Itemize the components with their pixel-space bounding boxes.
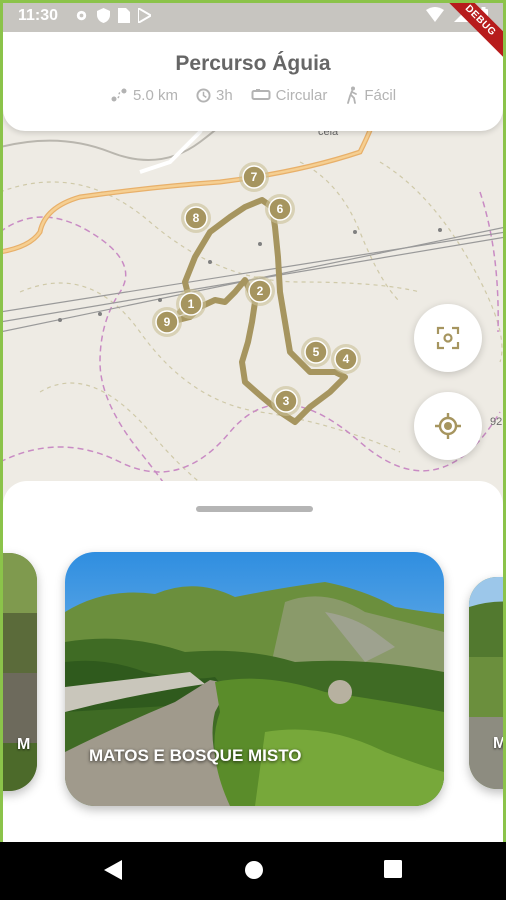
map-marker-8[interactable]: 8 xyxy=(181,203,211,233)
map-marker-2[interactable]: 2 xyxy=(245,276,275,306)
route-title: Percurso Águia xyxy=(175,52,331,75)
points-bottom-sheet[interactable]: M MATOS E BOSQUE MISTO M xyxy=(3,481,503,842)
stat-duration: 3h xyxy=(196,86,233,104)
distance-icon xyxy=(111,88,127,102)
sheet-drag-handle[interactable] xyxy=(196,506,313,512)
poi-card-title: MATOS E BOSQUE MISTO xyxy=(89,746,302,765)
settings-icon xyxy=(76,10,87,21)
marker-label: 6 xyxy=(277,202,284,216)
back-icon[interactable] xyxy=(104,860,122,880)
recents-icon[interactable] xyxy=(384,860,402,878)
status-bar: 11:30 xyxy=(0,0,506,32)
map-marker-9[interactable]: 9 xyxy=(152,307,182,337)
status-time: 11:30 xyxy=(18,7,59,24)
poi-card-previous-initial: M xyxy=(17,736,31,753)
marker-label: 7 xyxy=(251,170,258,184)
map-label-right: 92 xyxy=(490,416,502,428)
marker-label: 2 xyxy=(257,284,264,298)
poi-card-next[interactable]: M xyxy=(469,577,503,789)
frame-top xyxy=(0,0,506,3)
status-icons-left xyxy=(74,8,151,23)
route-stats: 5.0 km 3h Circular Fácil xyxy=(3,86,503,104)
fit-route-button[interactable] xyxy=(414,304,482,372)
marker-label: 1 xyxy=(188,297,195,311)
circular-route-icon xyxy=(251,89,271,100)
shield-icon xyxy=(97,8,110,23)
my-location-button[interactable] xyxy=(414,392,482,460)
stat-distance-label: 5.0 km xyxy=(132,86,178,104)
play-store-icon xyxy=(138,8,151,23)
my-location-icon xyxy=(435,413,461,439)
map-marker-7[interactable]: 7 xyxy=(239,162,269,192)
home-icon[interactable] xyxy=(244,860,264,880)
system-nav-bar xyxy=(0,842,506,900)
wifi-icon xyxy=(426,7,444,22)
focus-frame-icon xyxy=(436,326,460,350)
map-marker-1[interactable]: 1 xyxy=(176,289,206,319)
stat-difficulty-label: Fácil xyxy=(364,86,397,104)
marker-label: 3 xyxy=(283,394,290,408)
stat-route-type-label: Circular xyxy=(275,86,328,104)
poi-card-next-photo xyxy=(469,577,503,789)
frame-left xyxy=(0,0,3,842)
map-marker-6[interactable]: 6 xyxy=(265,194,295,224)
clock-icon xyxy=(196,87,211,103)
map-marker-4[interactable]: 4 xyxy=(331,344,361,374)
route-header-card: Percurso Águia 5.0 km 3h Circular Fácil xyxy=(3,30,503,131)
poi-card-previous[interactable]: M xyxy=(3,553,37,791)
marker-label: 9 xyxy=(164,315,171,329)
poi-card-previous-photo xyxy=(3,553,37,791)
poi-card-current[interactable]: MATOS E BOSQUE MISTO xyxy=(65,552,444,806)
marker-label: 8 xyxy=(193,211,200,225)
hiker-icon xyxy=(347,86,358,104)
poi-card-next-initial: M xyxy=(493,735,503,752)
marker-label: 5 xyxy=(313,345,320,359)
sim-card-icon xyxy=(118,8,130,23)
stat-difficulty: Fácil xyxy=(345,86,396,104)
map-marker-3[interactable]: 3 xyxy=(271,386,301,416)
poi-card-photo xyxy=(65,552,444,806)
stat-duration-label: 3h xyxy=(215,86,233,104)
map-marker-5[interactable]: 5 xyxy=(301,337,331,367)
stat-route-type: Circular xyxy=(251,86,328,104)
stat-distance: 5.0 km xyxy=(110,86,178,104)
marker-label: 4 xyxy=(343,352,350,366)
